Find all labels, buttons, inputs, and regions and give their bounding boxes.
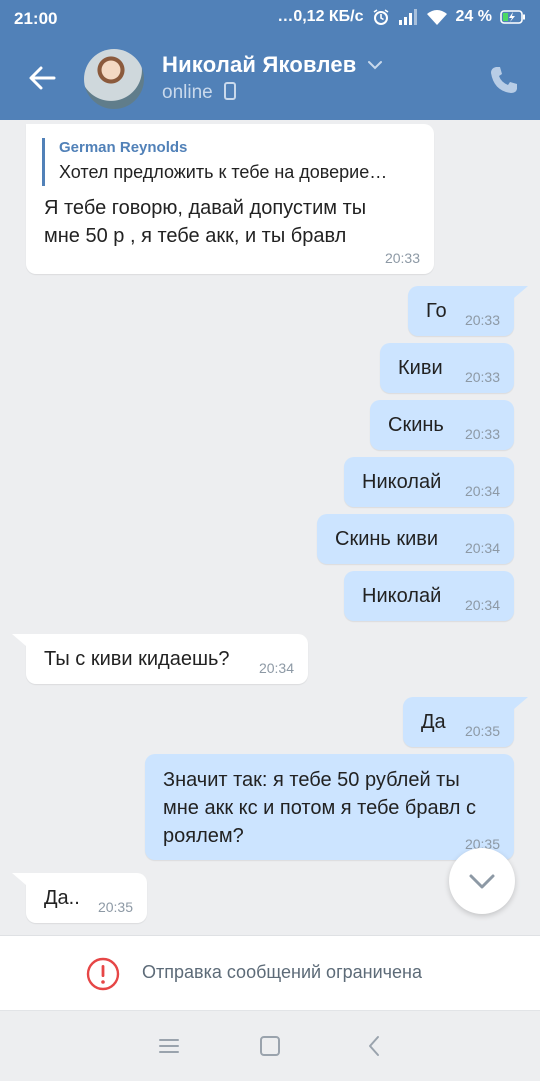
message-time: 20:33 xyxy=(384,250,420,266)
chat-header: Николай Яковлев online xyxy=(0,38,540,120)
bubble-tail xyxy=(514,286,528,298)
reply-quote[interactable]: German Reynolds Хотел предложить к тебе … xyxy=(42,138,412,186)
contact-status: online xyxy=(162,82,236,104)
back-icon[interactable] xyxy=(362,1033,388,1059)
restricted-text: Отправка сообщений ограничена xyxy=(142,962,422,982)
message-text: Скинь киви xyxy=(335,528,439,550)
message-outgoing[interactable]: Киви 20:33 xyxy=(380,343,514,393)
message-text: Ты с киви кидаешь? xyxy=(44,648,230,670)
message-incoming[interactable]: Да.. 20:35 xyxy=(26,873,147,923)
message-outgoing[interactable]: Николай 20:34 xyxy=(344,457,514,507)
message-time: 20:33 xyxy=(464,312,500,328)
message-line: роялем? xyxy=(163,825,244,847)
scroll-down-button[interactable] xyxy=(449,848,515,914)
status-time: 21:00 xyxy=(14,9,58,28)
warning-icon xyxy=(86,957,120,991)
contact-avatar[interactable] xyxy=(84,49,144,109)
message-text: Николай xyxy=(362,585,442,607)
message-text: Да xyxy=(421,711,446,733)
system-navigation-bar xyxy=(0,1010,540,1081)
message-line: Значит так: я тебе 50 рублей ты xyxy=(163,769,460,791)
status-indicators: …0,12 КБ/с 24 % xyxy=(277,8,526,26)
battery-charging-icon xyxy=(500,10,525,24)
message-time: 20:35 xyxy=(464,723,500,739)
bubble-tail xyxy=(514,697,528,709)
message-time: 20:35 xyxy=(97,899,133,915)
bubble-tail xyxy=(12,873,26,885)
network-speed: …0,12 КБ/с xyxy=(277,8,364,25)
status-bar: 21:00 …0,12 КБ/с 24 % xyxy=(0,0,540,38)
message-text: Скинь xyxy=(388,414,444,436)
chevron-down-icon xyxy=(469,874,495,889)
battery-level: 24 % xyxy=(455,8,492,25)
message-line: мне 50 р , я тебе акк, и ты бравл xyxy=(44,225,347,247)
home-icon[interactable] xyxy=(257,1033,283,1059)
message-text: Да.. xyxy=(44,887,80,909)
message-time: 20:33 xyxy=(464,426,500,442)
reply-author: German Reynolds xyxy=(59,139,188,156)
message-outgoing[interactable]: Го 20:33 xyxy=(408,286,514,336)
message-outgoing[interactable]: Скинь 20:33 xyxy=(370,400,514,450)
message-outgoing[interactable]: Николай 20:34 xyxy=(344,571,514,621)
message-text: Значит так: я тебе 50 рублей ты мне акк … xyxy=(163,766,476,850)
message-text: Киви xyxy=(398,357,443,379)
chevron-down-icon[interactable] xyxy=(366,56,384,74)
menu-icon[interactable] xyxy=(156,1033,182,1059)
phone-icon[interactable] xyxy=(488,64,520,96)
message-incoming[interactable]: German Reynolds Хотел предложить к тебе … xyxy=(26,124,434,274)
reply-text: Хотел предложить к тебе на доверие… xyxy=(59,162,388,182)
message-time: 20:34 xyxy=(464,597,500,613)
message-text: Николай xyxy=(362,471,442,493)
bubble-tail xyxy=(12,634,26,646)
message-list[interactable]: German Reynolds Хотел предложить к тебе … xyxy=(0,120,540,935)
message-time: 20:34 xyxy=(258,660,294,676)
message-incoming[interactable]: Ты с киви кидаешь? 20:34 xyxy=(26,634,308,684)
mobile-device-icon xyxy=(224,82,236,100)
messaging-restricted-bar: Отправка сообщений ограничена xyxy=(0,935,540,1011)
back-arrow-icon[interactable] xyxy=(22,58,62,98)
message-outgoing[interactable]: Значит так: я тебе 50 рублей ты мне акк … xyxy=(145,754,514,860)
wifi-icon xyxy=(426,10,447,25)
signal-icon xyxy=(398,9,417,25)
message-time: 20:34 xyxy=(464,540,500,556)
message-outgoing[interactable]: Скинь киви 20:34 xyxy=(317,514,514,564)
message-outgoing[interactable]: Да 20:35 xyxy=(403,697,514,747)
message-text: Го xyxy=(426,300,447,322)
message-text: Я тебе говорю, давай допустим ты мне 50 … xyxy=(44,194,366,250)
message-line: мне акк кс и потом я тебе бравл с xyxy=(163,797,477,819)
alarm-icon xyxy=(373,9,388,25)
message-line: Я тебе говорю, давай допустим ты xyxy=(44,197,367,219)
message-time: 20:33 xyxy=(464,369,500,385)
status-text: online xyxy=(162,82,213,103)
message-time: 20:34 xyxy=(464,483,500,499)
contact-name[interactable]: Николай Яковлев xyxy=(162,52,357,78)
